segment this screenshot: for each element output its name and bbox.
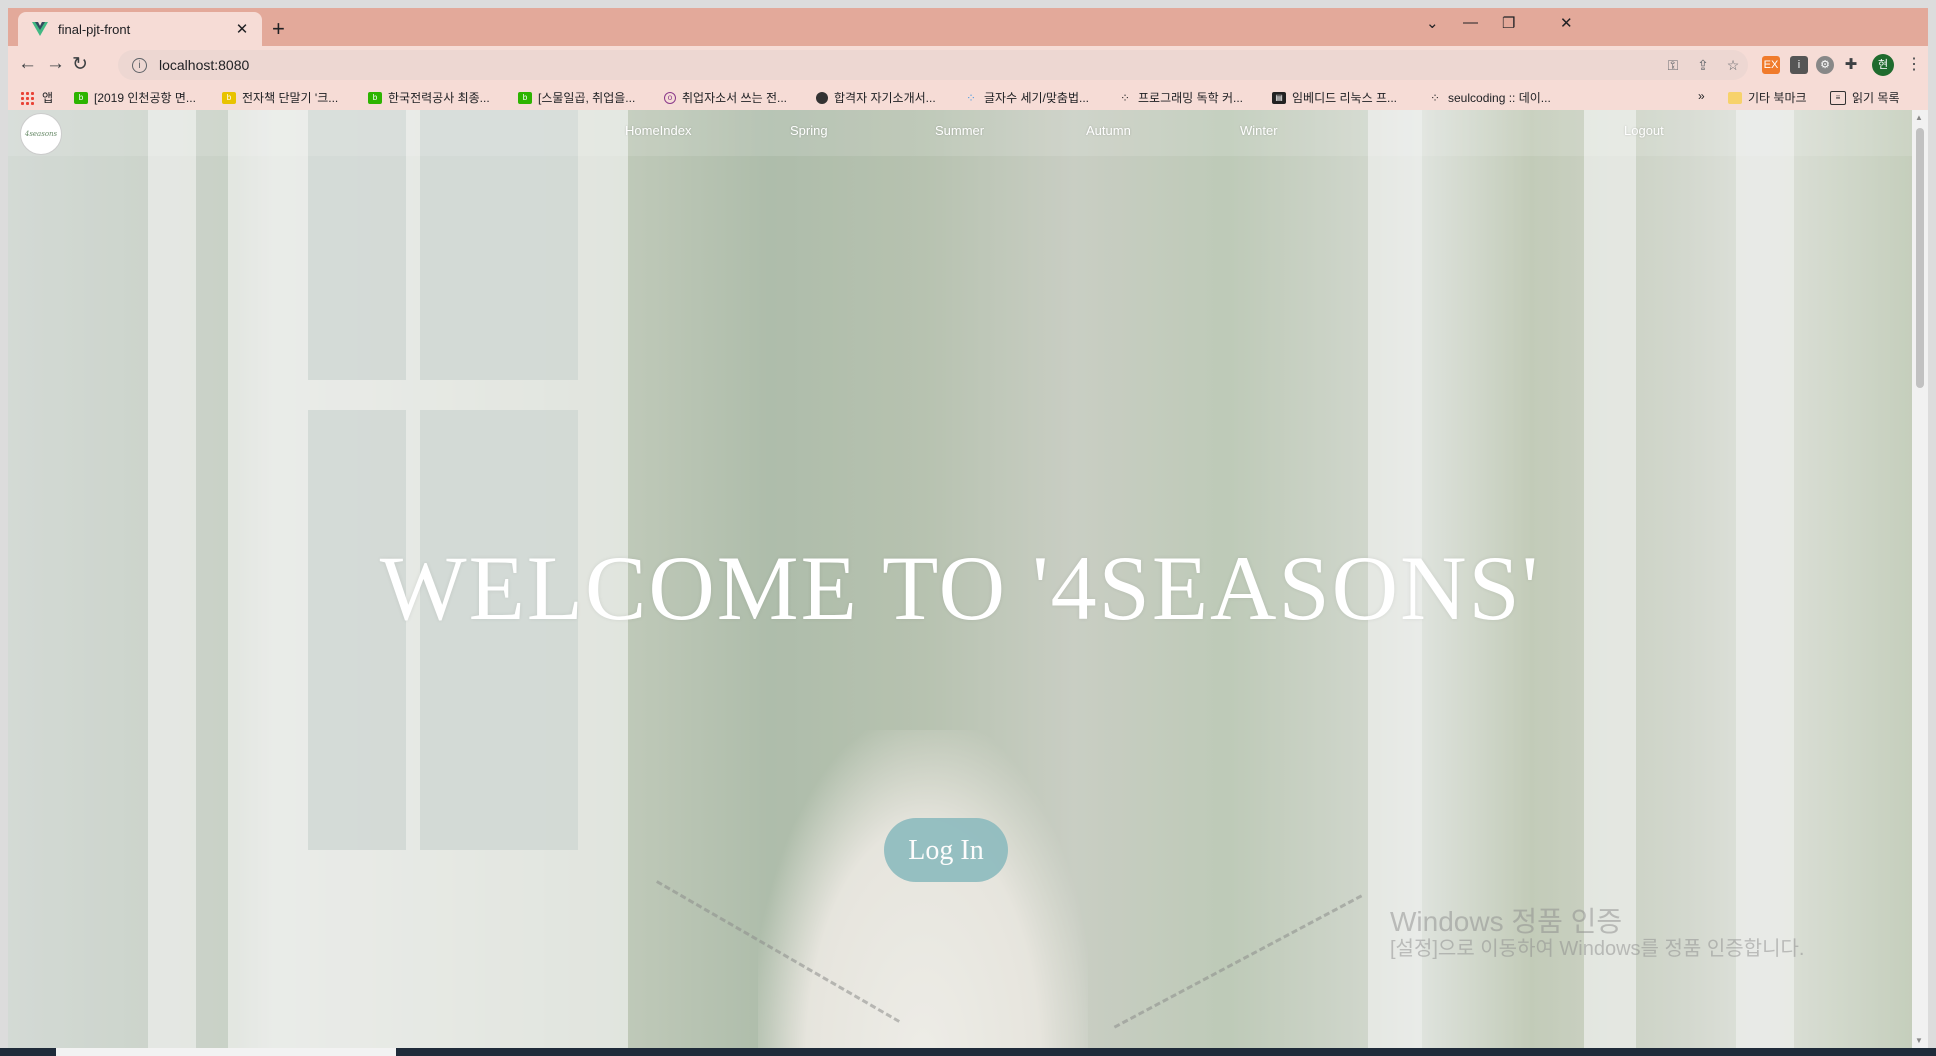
bookmark-label: 읽기 목록 [1852,91,1900,105]
bookmark-label: 앱 [42,91,54,105]
login-button[interactable]: Log In [884,818,1008,882]
extension-ex-icon[interactable]: EX [1762,56,1780,74]
tab-strip: final-pjt-front ✕ + ⌄ — ❐ ✕ [8,8,1928,46]
browser-toolbar: ← → ↻ i localhost:8080 ⚿ ⇪ ☆ EX i ⚙ ✚ 현 … [8,46,1928,84]
tistory-icon: ⁘ [1429,90,1441,105]
blog-icon: b [518,91,532,104]
os-taskbar [0,1048,1936,1056]
more-bookmarks-icon: » [1698,89,1705,103]
key-icon[interactable]: ⚿ [1658,57,1688,74]
blog-icon: b [74,91,88,104]
bookmark-item[interactable]: 합격자 자기소개서... [816,89,936,106]
site-logo[interactable]: 4seasons [20,113,62,155]
share-icon[interactable]: ⇪ [1688,57,1718,74]
bookmark-item[interactable]: ⁘ seulcoding :: 데이... [1428,89,1551,106]
nav-homeindex[interactable]: HomeIndex [625,123,691,138]
page-viewport: 4seasons HomeIndex Spring Summer Autumn … [8,110,1912,1048]
bookmark-apps[interactable]: 앱 [20,89,53,106]
bookmark-item[interactable]: o 취업자소서 쓰는 전... [664,89,787,106]
extension-gear-icon[interactable]: ⚙ [1816,56,1834,74]
scroll-down-icon[interactable]: ▼ [1915,1036,1923,1045]
profile-avatar[interactable]: 현 [1872,54,1894,76]
reading-list-button[interactable]: ≡ 읽기 목록 [1830,89,1900,106]
more-menu-icon[interactable]: ⋮ [1906,54,1922,74]
page-scrollbar[interactable]: ▲ ▼ [1912,110,1928,1048]
nav-autumn[interactable]: Autumn [1086,123,1131,138]
new-tab-button[interactable]: + [272,16,285,42]
bookmark-label: 전자책 단말기 '크... [242,91,339,105]
bookmark-label: 임베디드 리눅스 프... [1292,91,1397,105]
nav-winter[interactable]: Winter [1240,123,1278,138]
blog-icon: b [222,91,236,104]
site-info-icon[interactable]: i [132,57,147,73]
bookmark-item[interactable]: ▤ 임베디드 리눅스 프... [1272,89,1397,106]
bookmark-label: [2019 인천공항 면... [94,91,196,105]
bookmark-star-icon[interactable]: ☆ [1718,57,1748,74]
bookmark-item[interactable]: ⁘ 글자수 세기/맞춤법... [964,89,1089,106]
nav-logout[interactable]: Logout [1624,123,1664,138]
windows-activation-text: [설정]으로 이동하여 Windows를 정품 인증합니다. [1390,938,1805,960]
tistory-icon: ⁘ [1119,90,1131,105]
minimize-button[interactable]: — [1463,14,1478,31]
more-bookmarks-button[interactable]: » [1698,89,1705,103]
scroll-thumb[interactable] [1916,128,1924,388]
bookmark-item[interactable]: b 전자책 단말기 '크... [222,89,338,106]
extension-info-icon[interactable]: i [1790,56,1808,74]
bookmark-label: 기타 북마크 [1748,91,1807,105]
bookmark-item[interactable]: b [2019 인천공항 면... [74,89,196,106]
bookmark-item[interactable]: ⁘ 프로그래밍 독학 커... [1118,89,1243,106]
other-bookmarks-folder[interactable]: 기타 북마크 [1728,89,1807,106]
reload-button[interactable]: ↻ [72,53,88,76]
globe-icon [816,91,828,104]
bookmark-label: 프로그래밍 독학 커... [1138,91,1243,105]
address-bar[interactable]: i localhost:8080 ⚿ ⇪ ☆ [118,50,1748,80]
bookmark-label: 합격자 자기소개서... [834,91,936,105]
folder-icon [1728,91,1742,104]
site-icon: o [664,91,676,104]
bookmark-label: seulcoding :: 데이... [1448,91,1551,105]
tab-search-icon[interactable]: ⌄ [1426,14,1439,32]
back-button[interactable]: ← [18,53,37,75]
forward-button[interactable]: → [46,53,65,75]
url-text[interactable]: localhost:8080 [159,57,1658,73]
bookmark-item[interactable]: b [스물일곱, 취업을... [518,89,635,106]
restore-button[interactable]: ❐ [1502,14,1515,32]
nav-summer[interactable]: Summer [935,123,984,138]
taskbar-search[interactable] [56,1048,396,1056]
site-navbar: 4seasons HomeIndex Spring Summer Autumn … [8,110,1912,156]
bookmark-label: 한국전력공사 최종... [388,91,490,105]
blog-icon: b [368,91,382,104]
extensions-puzzle-icon[interactable]: ✚ [1842,56,1860,74]
windows-activation-title: Windows 정품 인증 [1390,906,1623,937]
vue-icon [32,22,48,36]
window-close-button[interactable]: ✕ [1560,14,1573,32]
site-icon: ▤ [1272,91,1286,104]
bookmark-item[interactable]: b 한국전력공사 최종... [368,89,490,106]
close-tab-icon[interactable]: ✕ [232,20,252,38]
welcome-heading: WELCOME TO '4SEASONS' [379,537,1541,639]
reading-list-icon: ≡ [1830,90,1846,105]
dots-icon: ⁘ [965,90,977,105]
bookmark-label: [스물일곱, 취업을... [538,91,636,105]
browser-tab[interactable]: final-pjt-front ✕ [18,12,262,46]
apps-grid-icon [20,90,34,105]
scroll-up-icon[interactable]: ▲ [1915,113,1923,122]
bookmark-label: 취업자소서 쓰는 전... [682,91,787,105]
bookmark-label: 글자수 세기/맞춤법... [984,91,1089,105]
nav-spring[interactable]: Spring [790,123,828,138]
bookmarks-bar: 앱 b [2019 인천공항 면... b 전자책 단말기 '크... b 한국… [8,84,1928,110]
tab-title: final-pjt-front [58,21,131,37]
